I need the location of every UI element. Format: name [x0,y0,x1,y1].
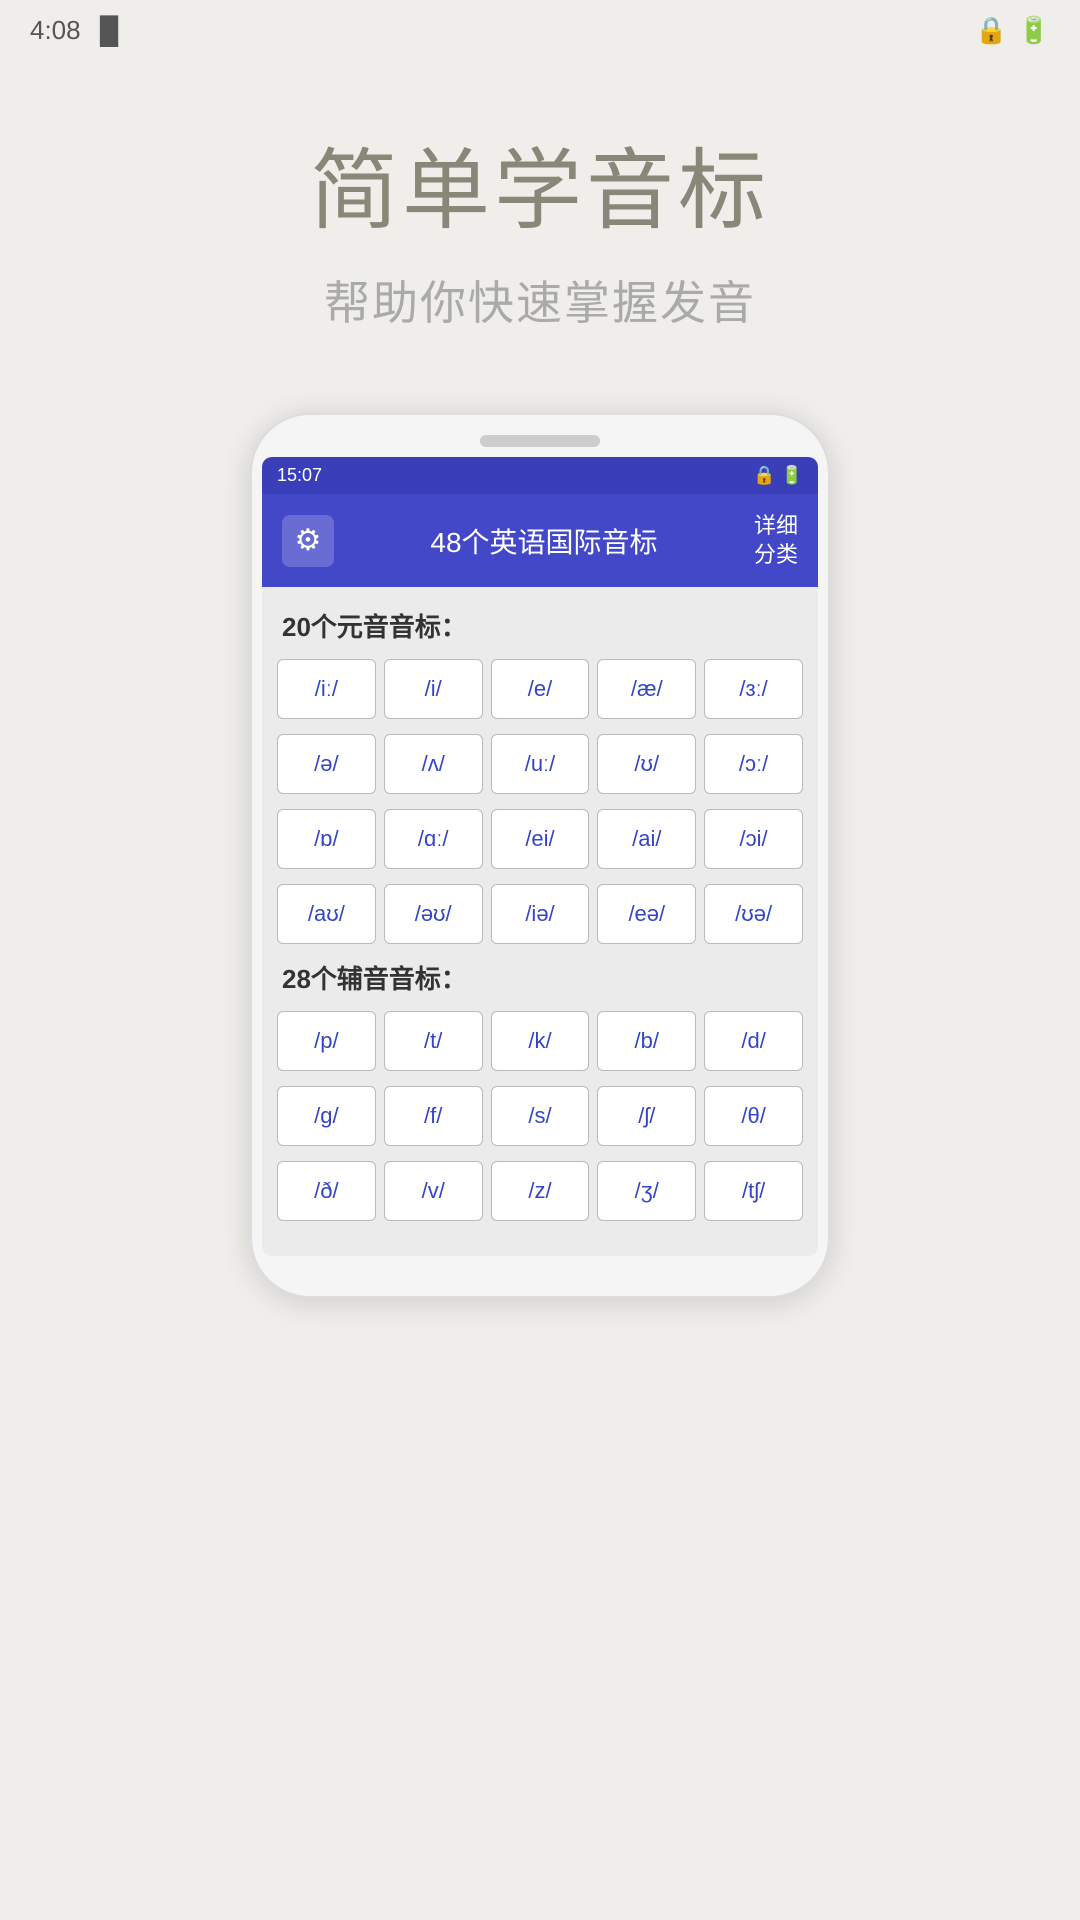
consonant-row-2: /g/ /f/ /s/ /ʃ/ /θ/ [277,1086,803,1146]
phoneme-i[interactable]: /i/ [384,659,483,719]
phoneme-ua[interactable]: /ʊə/ [704,884,803,944]
main-title: 简单学音标 [310,120,770,247]
phoneme-ii[interactable]: /iː/ [277,659,376,719]
app-content: 20个元音音标： /iː/ /i/ /e/ /æ/ /ɜː/ /ə/ /ʌ/ /… [262,587,818,1256]
consonant-row-1: /p/ /t/ /k/ /b/ /d/ [277,1011,803,1071]
vowel-row-2: /ə/ /ʌ/ /uː/ /ʊ/ /ɔː/ [277,734,803,794]
phoneme-p[interactable]: /p/ [277,1011,376,1071]
outer-status-bar: 4:08 ▐▌ 🔒 🔋 [0,0,1080,60]
sub-title: 帮助你快速掌握发音 [310,267,770,333]
battery-icon: 🔋 [1018,15,1050,46]
phoneme-e[interactable]: /e/ [491,659,590,719]
status-time: 4:08 [30,15,81,46]
phoneme-ar[interactable]: /ɑː/ [384,809,483,869]
phoneme-sh[interactable]: /ʃ/ [597,1086,696,1146]
app-status-icons: 🔒 🔋 [753,465,803,486]
consonant-row-3: /ð/ /v/ /z/ /ʒ/ /tʃ/ [277,1161,803,1221]
lock-icon: 🔒 [975,15,1007,46]
phoneme-v[interactable]: /v/ [384,1161,483,1221]
phoneme-s[interactable]: /s/ [491,1086,590,1146]
phoneme-oi[interactable]: /ɔi/ [704,809,803,869]
phoneme-schwa[interactable]: /ə/ [277,734,376,794]
phoneme-o[interactable]: /ɒ/ [277,809,376,869]
vowel-section-label: 20个元音音标： [282,607,803,644]
signal-icon: ▐▌ [91,15,128,46]
vowel-row-1: /iː/ /i/ /e/ /æ/ /ɜː/ [277,659,803,719]
phoneme-g[interactable]: /g/ [277,1086,376,1146]
phoneme-zh[interactable]: /ʒ/ [597,1161,696,1221]
phone-notch [480,435,600,447]
phoneme-wedge[interactable]: /ʌ/ [384,734,483,794]
phoneme-tsh[interactable]: /tʃ/ [704,1161,803,1221]
status-right: 🔒 🔋 [975,15,1050,46]
settings-icon[interactable]: ⚙ [282,515,334,567]
phoneme-ae[interactable]: /æ/ [597,659,696,719]
app-lock-icon: 🔒 [753,465,775,486]
phoneme-or[interactable]: /ɔː/ [704,734,803,794]
phoneme-ia[interactable]: /iə/ [491,884,590,944]
detail-classify-button[interactable]: 详细分类 [754,512,798,569]
app-battery-icon: 🔋 [781,465,803,486]
phoneme-t[interactable]: /t/ [384,1011,483,1071]
status-left: 4:08 ▐▌ [30,15,127,46]
phoneme-d[interactable]: /d/ [704,1011,803,1071]
phoneme-ou[interactable]: /əʊ/ [384,884,483,944]
phoneme-z[interactable]: /z/ [491,1161,590,1221]
phoneme-3r[interactable]: /ɜː/ [704,659,803,719]
phoneme-b[interactable]: /b/ [597,1011,696,1071]
phoneme-ai[interactable]: /ai/ [597,809,696,869]
phoneme-uu[interactable]: /uː/ [491,734,590,794]
app-container: 15:07 🔒 🔋 ⚙ 48个英语国际音标 详细分类 20个元音音标： /iː/… [262,457,818,1256]
title-section: 简单学音标 帮助你快速掌握发音 [310,120,770,333]
app-status-time: 15:07 [277,465,322,486]
phone-mockup: 15:07 🔒 🔋 ⚙ 48个英语国际音标 详细分类 20个元音音标： /iː/… [250,413,830,1298]
phoneme-au[interactable]: /aʊ/ [277,884,376,944]
phoneme-dh[interactable]: /ð/ [277,1161,376,1221]
phoneme-upsilon[interactable]: /ʊ/ [597,734,696,794]
app-header: ⚙ 48个英语国际音标 详细分类 [262,494,818,587]
vowel-row-3: /ɒ/ /ɑː/ /ei/ /ai/ /ɔi/ [277,809,803,869]
phoneme-k[interactable]: /k/ [491,1011,590,1071]
phoneme-ea[interactable]: /eə/ [597,884,696,944]
phoneme-ei[interactable]: /ei/ [491,809,590,869]
vowel-row-4: /aʊ/ /əʊ/ /iə/ /eə/ /ʊə/ [277,884,803,944]
phoneme-f[interactable]: /f/ [384,1086,483,1146]
phoneme-theta[interactable]: /θ/ [704,1086,803,1146]
consonant-section-label: 28个辅音音标： [282,959,803,996]
app-header-title: 48个英语国际音标 [334,521,754,561]
app-statusbar: 15:07 🔒 🔋 [262,457,818,494]
